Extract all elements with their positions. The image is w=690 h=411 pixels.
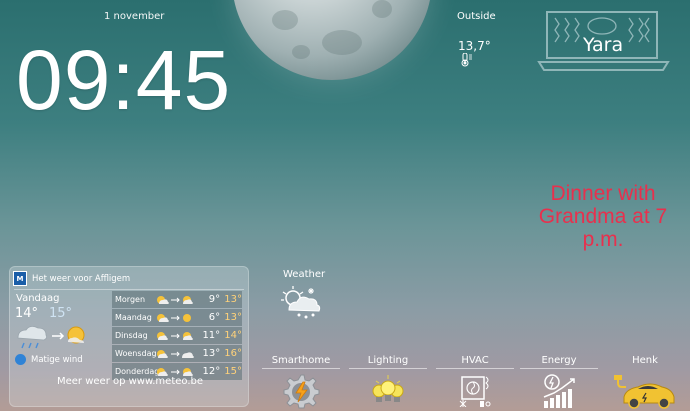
today-label: Vandaag bbox=[16, 293, 60, 304]
tile-energy[interactable]: Energy bbox=[520, 355, 598, 409]
user-name[interactable]: Yara bbox=[583, 34, 623, 56]
tile-smarthome[interactable]: Smarthome bbox=[262, 355, 340, 409]
wind-info: Matige wind bbox=[15, 354, 83, 365]
car-charging-icon bbox=[606, 373, 684, 409]
forecast-min: 16° bbox=[224, 348, 242, 359]
today-min-temp: 15° bbox=[49, 306, 73, 321]
energy-chart-icon bbox=[520, 373, 598, 409]
hvac-icon bbox=[436, 373, 514, 407]
divider bbox=[349, 368, 427, 369]
tile-henk[interactable]: Henk bbox=[606, 355, 684, 409]
moon-image bbox=[232, 0, 432, 80]
bulbs-icon bbox=[349, 373, 427, 405]
divider bbox=[14, 289, 244, 290]
tile-lighting[interactable]: Lighting bbox=[349, 355, 427, 405]
forecast-max: 13° bbox=[202, 348, 221, 359]
sun-cloud-icon bbox=[155, 330, 199, 342]
today-weather-icons bbox=[16, 322, 86, 356]
forecast-min: 13° bbox=[224, 312, 242, 323]
wind-label: Matige wind bbox=[31, 354, 83, 365]
divider bbox=[520, 368, 598, 369]
reminder-text: Dinner with Grandma at 7 p.m. bbox=[538, 182, 668, 252]
outside-temperature: 13,7° bbox=[458, 39, 491, 53]
tile-label: Lighting bbox=[367, 355, 409, 366]
clock-time: 09:45 bbox=[16, 33, 232, 127]
weather-tile-label[interactable]: Weather bbox=[283, 269, 325, 280]
tile-label: Smarthome bbox=[271, 355, 331, 366]
sun-cloud-icon bbox=[155, 348, 199, 360]
forecast-day: Donderdag bbox=[115, 367, 160, 376]
gear-lightning-icon bbox=[262, 373, 340, 409]
forecast-max: 9° bbox=[208, 294, 221, 305]
widget-title: Het weer voor Affligem bbox=[32, 273, 131, 284]
wind-direction-icon bbox=[15, 354, 26, 365]
forecast-max: 6° bbox=[208, 312, 221, 323]
divider bbox=[262, 368, 340, 369]
date-label: 1 november bbox=[104, 11, 165, 22]
forecast-row: Dinsdag 11° 14° bbox=[112, 327, 242, 344]
outside-label: Outside bbox=[457, 11, 496, 22]
tile-label: HVAC bbox=[461, 355, 489, 366]
tile-label: Henk bbox=[632, 355, 658, 366]
weather-widget[interactable]: M Het weer voor Affligem Vandaag 14° 15°… bbox=[9, 266, 249, 407]
forecast-row: Woensdag 13° 16° bbox=[112, 345, 242, 362]
sun-cloud-icon bbox=[155, 294, 199, 306]
forecast-row: Maandag 6° 13° bbox=[112, 309, 242, 326]
thermometer-icon bbox=[460, 52, 476, 71]
forecast-day: Maandag bbox=[115, 313, 152, 322]
forecast-list: Morgen 9° 13° Maandag 6° 13° Dinsdag 11°… bbox=[112, 291, 242, 381]
today-max-temp: 14° bbox=[15, 306, 39, 321]
forecast-day: Morgen bbox=[115, 295, 146, 304]
forecast-day: Dinsdag bbox=[115, 331, 148, 340]
meteo-logo: M bbox=[13, 271, 27, 286]
forecast-min: 14° bbox=[224, 330, 242, 341]
tile-label: Energy bbox=[541, 355, 577, 366]
forecast-day: Woensdag bbox=[115, 349, 157, 358]
weather-partly-snowy-icon[interactable] bbox=[279, 284, 323, 324]
forecast-min: 13° bbox=[224, 294, 242, 305]
divider bbox=[436, 368, 514, 369]
tile-hvac[interactable]: HVAC bbox=[436, 355, 514, 407]
forecast-max: 11° bbox=[202, 330, 221, 341]
widget-header: M Het weer voor Affligem bbox=[13, 271, 130, 286]
sun-cloud-icon bbox=[155, 312, 199, 324]
forecast-row: Morgen 9° 13° bbox=[112, 291, 242, 308]
more-weather-link[interactable]: Meer weer op www.meteo.be bbox=[10, 376, 250, 387]
